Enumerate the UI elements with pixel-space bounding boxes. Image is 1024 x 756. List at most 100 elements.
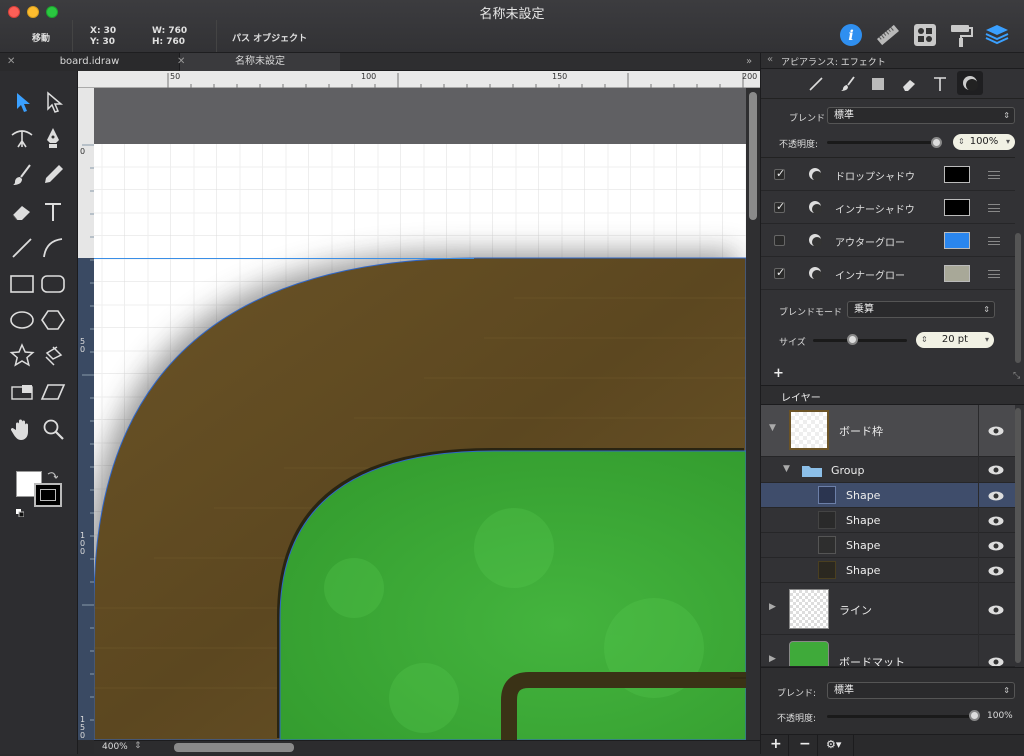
horizontal-ruler[interactable]: 50 100 150 200 — [78, 71, 760, 88]
star-tool-icon[interactable] — [9, 343, 35, 369]
effect-row-drop-shadow[interactable]: ✓ ドロップシャドウ — [761, 158, 1015, 191]
ruler-icon[interactable] — [875, 22, 901, 48]
collapse-panel-icon[interactable]: « — [767, 54, 773, 65]
effect-color-swatch[interactable] — [944, 166, 970, 183]
size-field[interactable]: ⇕ 20 pt ▾ — [916, 332, 994, 348]
vertical-ruler[interactable]: 0 5 0 1 0 0 1 5 0 — [78, 88, 94, 740]
fill-effect-icon[interactable] — [869, 75, 887, 93]
effect-checkbox[interactable] — [774, 235, 785, 246]
pen-tool-icon[interactable] — [40, 125, 66, 151]
swap-colors-icon[interactable] — [46, 467, 59, 479]
close-tab-icon[interactable]: ✕ — [7, 53, 15, 70]
default-colors-icon[interactable] — [16, 502, 25, 518]
layers-icon[interactable] — [984, 22, 1010, 48]
layer-row-line[interactable]: ▶ ライン — [761, 583, 1015, 635]
blend-select[interactable]: 標準 ⇕ — [827, 107, 1015, 124]
text-tool-icon[interactable] — [40, 199, 66, 225]
zoom-tool-icon[interactable] — [40, 416, 66, 442]
visibility-eye-icon[interactable] — [988, 605, 1004, 615]
arc-tool-icon[interactable] — [40, 235, 66, 261]
size-slider-knob[interactable] — [847, 334, 858, 345]
visibility-eye-icon[interactable] — [988, 541, 1004, 551]
height-readout[interactable]: H: 760 — [152, 37, 185, 47]
visibility-eye-icon[interactable] — [988, 426, 1004, 436]
layers-scrollbar[interactable] — [1015, 408, 1021, 663]
brush-effect-icon[interactable] — [839, 75, 857, 93]
appearance-scrollbar[interactable] — [1015, 233, 1021, 363]
anchor-point-tool-icon[interactable] — [9, 125, 35, 151]
add-layer-button[interactable]: + — [770, 736, 782, 752]
visibility-eye-icon[interactable] — [988, 657, 1004, 667]
effect-checkbox[interactable]: ✓ — [774, 266, 785, 279]
vertical-scroll-thumb[interactable] — [749, 92, 757, 220]
eraser-effect-icon[interactable] — [900, 75, 918, 93]
spiral-tool-icon[interactable] — [40, 343, 66, 369]
direct-selection-tool-icon[interactable] — [40, 89, 66, 115]
pencil-tool-icon[interactable] — [40, 162, 66, 188]
paint-roller-icon[interactable] — [948, 22, 974, 48]
ellipse-tool-icon[interactable] — [9, 307, 35, 333]
zoom-stepper-icon[interactable]: ⇕ — [134, 741, 142, 751]
reorder-handle-icon[interactable] — [988, 270, 1000, 278]
effect-row-outer-glow[interactable]: アウターグロー — [761, 224, 1015, 257]
reorder-handle-icon[interactable] — [988, 204, 1000, 212]
visibility-eye-icon[interactable] — [988, 491, 1004, 501]
reorder-handle-icon[interactable] — [988, 171, 1000, 179]
tab-overflow-icon[interactable]: » — [740, 53, 758, 71]
effect-row-inner-shadow[interactable]: ✓ インナーシャドウ — [761, 191, 1015, 224]
brush-tool-icon[interactable] — [9, 162, 35, 188]
visibility-eye-icon[interactable] — [988, 465, 1004, 475]
stroke-effect-icon[interactable] — [807, 75, 825, 93]
eraser-tool-icon[interactable] — [9, 199, 35, 225]
zoom-level[interactable]: 400% — [102, 742, 128, 752]
layer-blend-select[interactable]: 標準 ⇕ — [827, 682, 1015, 699]
layer-row-shape[interactable]: Shape — [761, 508, 1015, 533]
canvas-artwork[interactable] — [94, 88, 746, 740]
effect-color-swatch[interactable] — [944, 199, 970, 216]
x-readout[interactable]: X: 30 — [90, 26, 116, 36]
visibility-eye-icon[interactable] — [988, 566, 1004, 576]
tab-board-idraw[interactable]: ✕ board.idraw — [0, 53, 180, 71]
tab-untitled[interactable]: ✕ 名称未設定 — [177, 53, 340, 71]
effect-checkbox[interactable]: ✓ — [774, 200, 785, 213]
horizontal-scroll-thumb[interactable] — [174, 743, 294, 752]
layer-opacity-knob[interactable] — [969, 710, 980, 721]
shadow-effect-tab[interactable] — [957, 71, 983, 95]
effect-row-inner-glow[interactable]: ✓ インナーグロー — [761, 257, 1015, 290]
layer-opacity-slider[interactable] — [827, 715, 977, 718]
y-readout[interactable]: Y: 30 — [90, 37, 115, 47]
disclosure-triangle-icon[interactable]: ▶ — [769, 654, 776, 664]
transform-tool-icon[interactable] — [9, 379, 35, 405]
layer-row-shape[interactable]: Shape — [761, 558, 1015, 583]
width-readout[interactable]: W: 760 — [152, 26, 187, 36]
close-tab-icon[interactable]: ✕ — [177, 53, 185, 70]
opacity-field[interactable]: ⇕ 100% ▾ — [953, 134, 1015, 150]
info-icon[interactable]: i — [838, 22, 864, 48]
stroke-color-swatch[interactable] — [34, 483, 62, 507]
selection-tool-icon[interactable] — [9, 89, 35, 115]
disclosure-triangle-icon[interactable]: ▶ — [769, 602, 776, 612]
layer-row-shape[interactable]: Shape — [761, 533, 1015, 558]
polygon-tool-icon[interactable] — [40, 307, 66, 333]
disclosure-triangle-icon[interactable]: ▼ — [769, 423, 776, 433]
layer-row-group[interactable]: ▼ Group — [761, 457, 1015, 483]
hand-tool-icon[interactable] — [9, 416, 35, 442]
remove-layer-button[interactable]: − — [799, 736, 811, 752]
add-effect-button[interactable]: + — [773, 366, 784, 381]
layer-row-board-frame[interactable]: ▼ ボード枠 — [761, 405, 1015, 457]
expand-effect-icon[interactable]: ⤡ — [1013, 371, 1020, 381]
skew-tool-icon[interactable] — [40, 379, 66, 405]
text-effect-icon[interactable] — [931, 75, 949, 93]
effect-checkbox[interactable]: ✓ — [774, 167, 785, 180]
reorder-handle-icon[interactable] — [988, 237, 1000, 245]
rounded-rectangle-tool-icon[interactable] — [40, 271, 66, 297]
rectangle-tool-icon[interactable] — [9, 271, 35, 297]
drawing-canvas[interactable] — [94, 88, 746, 740]
grid-tools-icon[interactable] — [912, 22, 938, 48]
effect-color-swatch[interactable] — [944, 265, 970, 282]
blend-mode-select[interactable]: 乗算 ⇕ — [847, 301, 995, 318]
effect-color-swatch[interactable] — [944, 232, 970, 249]
canvas-vertical-scrollbar[interactable] — [746, 88, 760, 740]
line-tool-icon[interactable] — [9, 235, 35, 261]
layer-row-shape-selected[interactable]: Shape — [761, 483, 1015, 508]
